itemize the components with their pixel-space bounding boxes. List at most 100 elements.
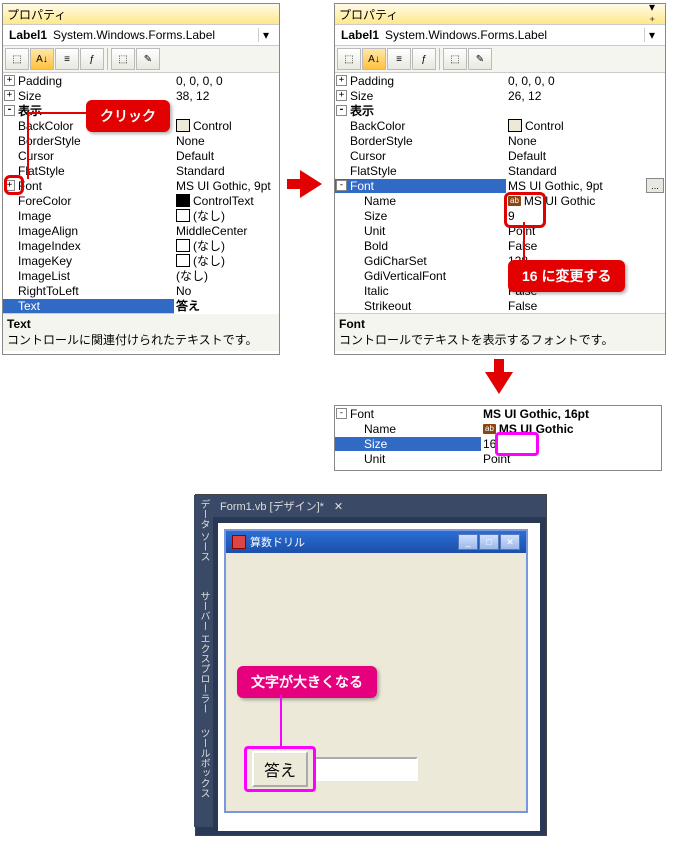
property-row[interactable]: BoldFalse	[335, 238, 665, 253]
panel-title: プロパティ	[7, 6, 66, 23]
toolbar-button[interactable]: ✎	[136, 48, 160, 70]
help-title: Text	[7, 317, 275, 331]
property-name: Cursor	[4, 149, 54, 163]
toolbar: ⬚A↓≡ƒ⬚✎	[335, 46, 665, 73]
property-row[interactable]: ImageKey(なし)	[3, 253, 279, 268]
property-name: BackColor	[336, 119, 405, 133]
property-row[interactable]: Image(なし)	[3, 208, 279, 223]
property-name: Padding	[350, 74, 394, 88]
property-row[interactable]: +Padding0, 0, 0, 0	[335, 73, 665, 88]
property-name: GdiVerticalFont	[336, 269, 446, 283]
property-name: Strikeout	[336, 299, 411, 313]
toolbar-button[interactable]: A↓	[30, 48, 54, 70]
property-name: ImageKey	[4, 254, 72, 268]
highlight-size-value	[504, 192, 546, 228]
property-name: Italic	[336, 284, 389, 298]
properties-panel-left: プロパティ Label1System.Windows.Forms.Label▾ …	[2, 3, 280, 355]
property-row[interactable]: -表示	[335, 103, 665, 118]
property-row[interactable]: +Size26, 12	[335, 88, 665, 103]
callout-bigger: 文字が大きくなる	[237, 666, 377, 698]
help-text: コントロールに関連付けられたテキストです。	[7, 333, 257, 347]
property-value: MS UI Gothic, 16pt	[483, 407, 589, 421]
object-combo[interactable]: Label1System.Windows.Forms.Label▾	[335, 25, 665, 46]
toolbar-button[interactable]: ⬚	[111, 48, 135, 70]
answer-textbox[interactable]	[314, 757, 418, 781]
property-row[interactable]: +Padding0, 0, 0, 0	[3, 73, 279, 88]
vtab-serverexplorer[interactable]: サーバー エクスプローラー	[194, 587, 213, 730]
property-row[interactable]: -FontMS UI Gothic, 9pt...	[335, 178, 665, 193]
highlight-size-16	[495, 432, 539, 456]
property-value: 26, 12	[508, 89, 541, 103]
pin-icon[interactable]: ▾ ⁺	[649, 8, 661, 20]
object-combo[interactable]: Label1System.Windows.Forms.Label▾	[3, 25, 279, 46]
property-name: ImageIndex	[4, 239, 81, 253]
property-name: BorderStyle	[336, 134, 413, 148]
toolbar-button[interactable]: ⬚	[443, 48, 467, 70]
property-row[interactable]: CursorDefault	[335, 148, 665, 163]
property-row[interactable]: Text答え	[3, 298, 279, 313]
property-row[interactable]: ImageIndex(なし)	[3, 238, 279, 253]
document-tab[interactable]: Form1.vb [デザイン]*✕	[212, 495, 546, 517]
property-row[interactable]: FlatStyleStandard	[3, 163, 279, 178]
property-name: Name	[336, 194, 396, 208]
property-name: RightToLeft	[4, 284, 79, 298]
property-row[interactable]: -FontMS UI Gothic, 16pt	[335, 406, 661, 421]
callout-change16: 16 に変更する	[508, 260, 625, 292]
property-row[interactable]: RightToLeftNo	[3, 283, 279, 298]
property-row[interactable]: ImageList(なし)	[3, 268, 279, 283]
property-name: Font	[350, 407, 374, 421]
property-name: Font	[350, 179, 374, 193]
form-icon	[232, 535, 246, 549]
toolbar-button[interactable]: ⬚	[337, 48, 361, 70]
toolbar-button[interactable]: ✎	[468, 48, 492, 70]
toolbar-button[interactable]: ƒ	[80, 48, 104, 70]
property-row[interactable]: ImageAlignMiddleCenter	[3, 223, 279, 238]
panel-titlebar: プロパティ▾ ⁺	[335, 4, 665, 25]
vtab-datasource[interactable]: データ ソース	[194, 495, 213, 593]
property-value: (なし)	[176, 267, 208, 284]
close-icon[interactable]: ✕	[500, 534, 520, 550]
help-title: Font	[339, 317, 661, 331]
toolbar-button[interactable]: ƒ	[412, 48, 436, 70]
toolbar-button[interactable]: ≡	[55, 48, 79, 70]
dropdown-icon[interactable]: ▾	[644, 28, 659, 42]
close-icon[interactable]: ✕	[334, 500, 343, 513]
property-value: (なし)	[193, 207, 225, 224]
form-title: 算数ドリル	[250, 534, 305, 550]
ellipsis-button[interactable]: ...	[646, 178, 664, 193]
property-row[interactable]: NameabMS UI Gothic	[335, 193, 665, 208]
property-name: Unit	[336, 224, 385, 238]
property-value: Control	[525, 119, 564, 133]
object-name: Label1	[9, 28, 47, 42]
property-row[interactable]: BackColor Control	[335, 118, 665, 133]
vtab-toolbox[interactable]: ツールボックス	[194, 724, 213, 827]
property-row[interactable]: FlatStyleStandard	[335, 163, 665, 178]
help-pane: Fontコントロールでテキストを表示するフォントです。	[335, 313, 665, 351]
property-value: None	[176, 134, 205, 148]
property-name: Name	[336, 422, 396, 436]
property-row[interactable]: BorderStyleNone	[335, 133, 665, 148]
minimize-icon[interactable]: _	[458, 534, 478, 550]
toolbar-button[interactable]: ⬚	[5, 48, 29, 70]
toolbar-button[interactable]: A↓	[362, 48, 386, 70]
property-name: Unit	[336, 452, 385, 466]
property-name: Text	[4, 299, 40, 313]
callout-click: クリック	[86, 100, 170, 132]
property-name: ForeColor	[4, 194, 71, 208]
dropdown-icon[interactable]: ▾	[258, 28, 273, 42]
property-row[interactable]: +FontMS UI Gothic, 9pt	[3, 178, 279, 193]
property-row[interactable]: ForeColor ControlText	[3, 193, 279, 208]
arrow-down-icon	[485, 372, 513, 394]
property-row[interactable]: CursorDefault	[3, 148, 279, 163]
property-row[interactable]: StrikeoutFalse	[335, 298, 665, 313]
property-row[interactable]: Size9	[335, 208, 665, 223]
property-value: MiddleCenter	[176, 224, 247, 238]
property-row[interactable]: BorderStyleNone	[3, 133, 279, 148]
property-value: MS UI Gothic, 9pt	[508, 179, 603, 193]
property-row[interactable]: UnitPoint	[335, 223, 665, 238]
property-value: ControlText	[193, 194, 254, 208]
toolbar-button[interactable]: ≡	[387, 48, 411, 70]
maximize-icon[interactable]: □	[479, 534, 499, 550]
property-name: GdiCharSet	[336, 254, 427, 268]
property-name: Cursor	[336, 149, 386, 163]
